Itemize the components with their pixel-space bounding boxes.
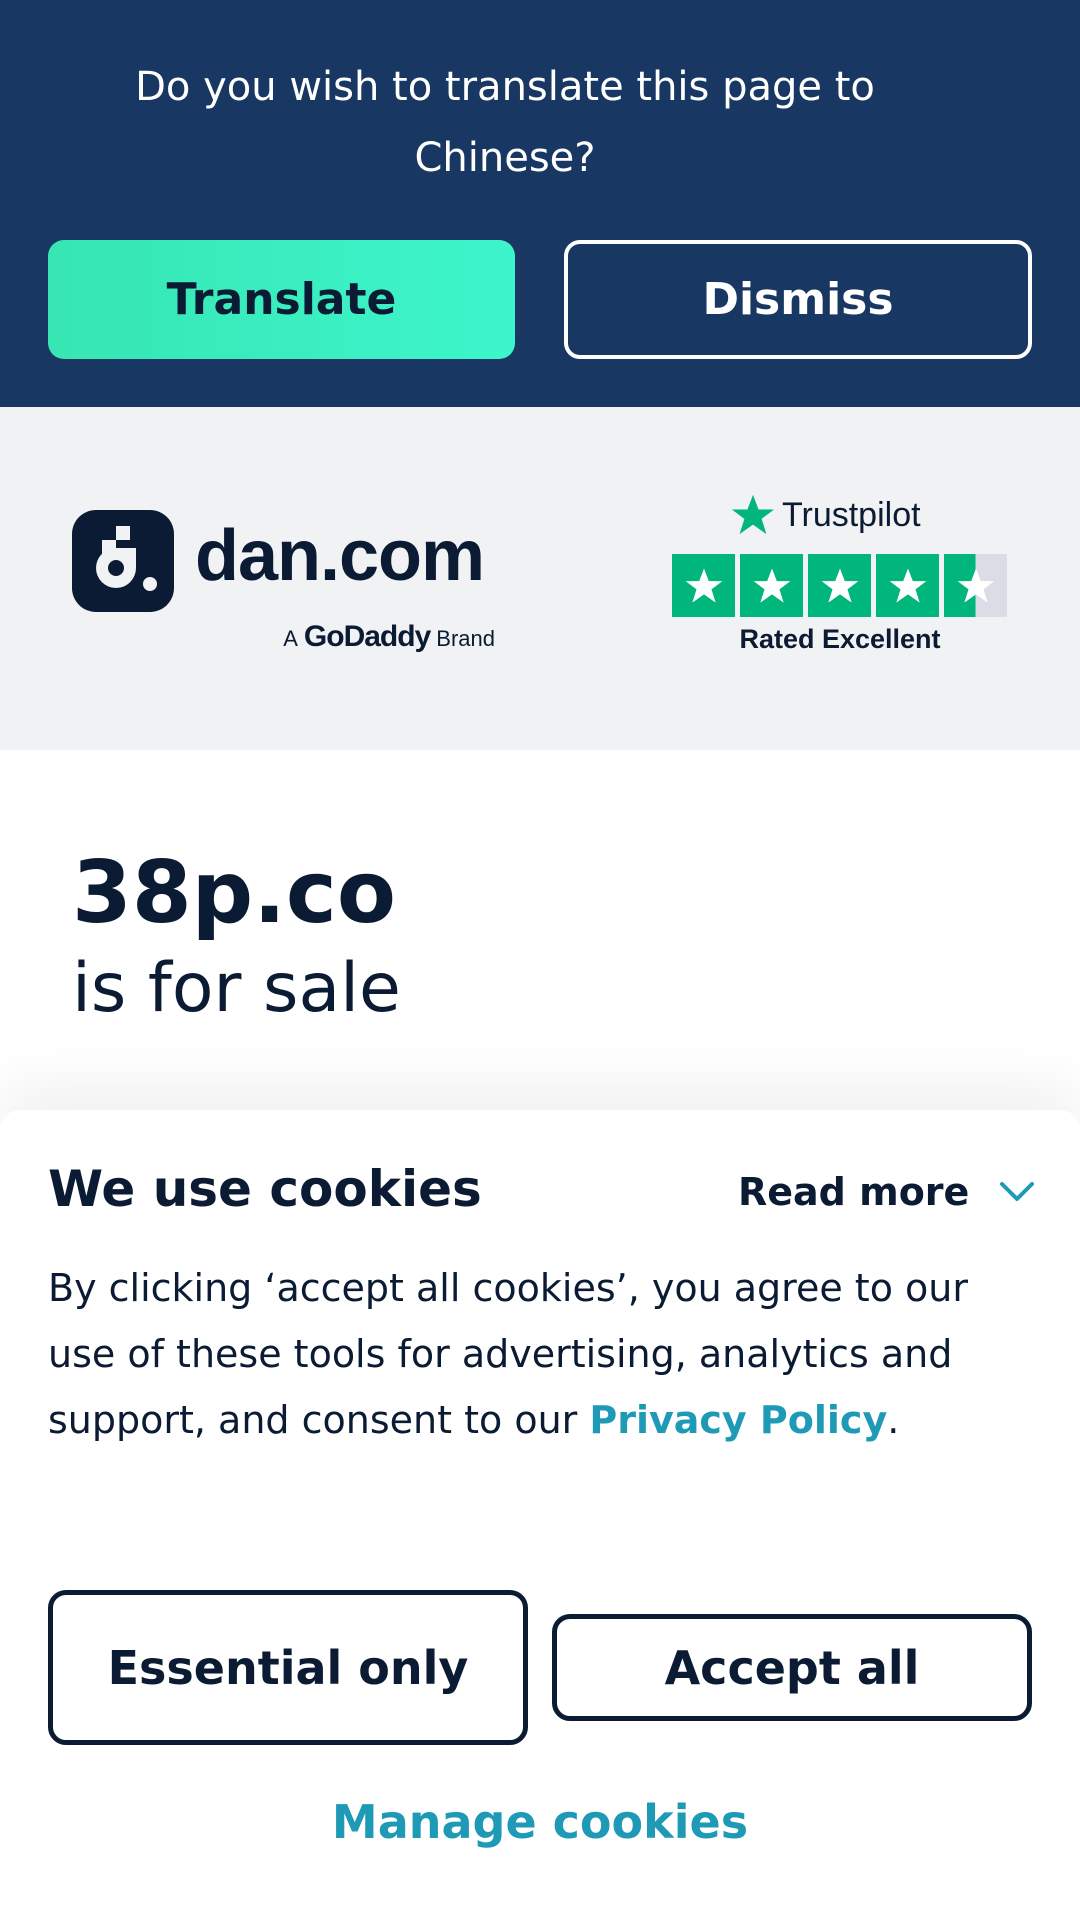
trustpilot-star-icon bbox=[731, 494, 775, 535]
manage-cookies-link[interactable]: Manage cookies bbox=[0, 1795, 1080, 1849]
cookie-title: We use cookies bbox=[48, 1160, 482, 1218]
dismiss-button[interactable]: Dismiss bbox=[564, 240, 1032, 359]
cookie-description: By clicking ‘accept all cookies’, you ag… bbox=[48, 1255, 1038, 1453]
essential-only-button[interactable]: Essential only bbox=[48, 1590, 528, 1745]
accept-all-button[interactable]: Accept all bbox=[552, 1614, 1032, 1721]
rating-star-icon bbox=[876, 554, 939, 617]
rating-star-icon bbox=[672, 554, 735, 617]
domain-title: 38p.co bbox=[72, 843, 396, 943]
for-sale-subtitle: is for sale bbox=[72, 949, 401, 1028]
tagline-suffix: Brand bbox=[436, 626, 495, 651]
trustpilot-rating-text: Rated Excellent bbox=[739, 624, 941, 654]
translate-question: Do you wish to translate this page to Ch… bbox=[135, 64, 875, 181]
rating-star-icon bbox=[808, 554, 871, 617]
godaddy-name: GoDaddy bbox=[303, 620, 431, 653]
logo-wordmark[interactable]: dan.com bbox=[195, 520, 485, 592]
trustpilot-header: Trustpilot bbox=[730, 490, 921, 540]
godaddy-brand-tagline: A GoDaddy Brand bbox=[250, 620, 495, 654]
chevron-down-icon bbox=[1000, 1182, 1035, 1201]
privacy-policy-link[interactable]: Privacy Policy bbox=[589, 1398, 887, 1442]
dan-logo-icon[interactable] bbox=[72, 510, 174, 612]
rating-star-icon bbox=[740, 554, 803, 617]
cookie-body-end: . bbox=[887, 1398, 900, 1442]
trustpilot-stars bbox=[672, 554, 1007, 617]
translate-button[interactable]: Translate bbox=[48, 240, 515, 359]
read-more-label: Read more bbox=[738, 1170, 970, 1214]
read-more-toggle[interactable]: Read more bbox=[738, 1170, 1035, 1214]
tagline-prefix: A bbox=[283, 626, 298, 651]
rating-half-star-icon bbox=[944, 554, 1007, 617]
trustpilot-name: Trustpilot bbox=[782, 495, 921, 534]
trustpilot-widget[interactable]: Trustpilot Rated Excellent bbox=[670, 490, 1010, 660]
